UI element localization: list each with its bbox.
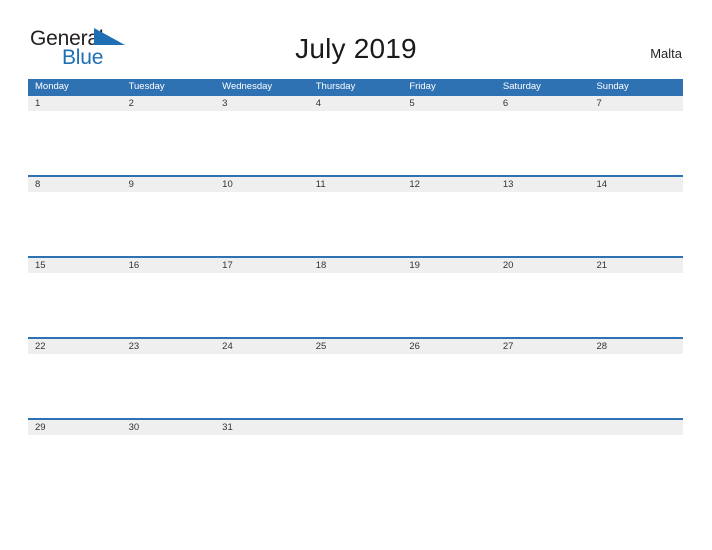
calendar-grid: Monday Tuesday Wednesday Thursday Friday…: [28, 79, 683, 499]
day-cell[interactable]: 6: [496, 96, 590, 111]
country-label: Malta: [650, 46, 682, 61]
day-cell-empty: [589, 420, 683, 435]
week-note-area[interactable]: [28, 354, 683, 418]
day-cell[interactable]: 16: [122, 258, 216, 273]
day-cell[interactable]: 7: [589, 96, 683, 111]
day-cell[interactable]: 14: [589, 177, 683, 192]
day-cell[interactable]: 30: [122, 420, 216, 435]
day-cell[interactable]: 25: [309, 339, 403, 354]
day-cell[interactable]: 12: [402, 177, 496, 192]
day-cell[interactable]: 15: [28, 258, 122, 273]
day-cell[interactable]: 29: [28, 420, 122, 435]
weekday-header-friday: Friday: [409, 81, 436, 92]
page-title: July 2019: [295, 33, 417, 64]
day-cell[interactable]: 2: [122, 96, 216, 111]
day-cell[interactable]: 20: [496, 258, 590, 273]
day-cell[interactable]: 5: [402, 96, 496, 111]
weekday-header-saturday: Saturday: [502, 81, 541, 92]
day-cell[interactable]: 21: [589, 258, 683, 273]
page-header: General Blue July 2019 Malta: [0, 0, 712, 68]
day-cell[interactable]: 9: [122, 177, 216, 192]
day-cell-empty: [496, 420, 590, 435]
day-cell[interactable]: 3: [215, 96, 309, 111]
day-cell[interactable]: 23: [122, 339, 216, 354]
week-note-area[interactable]: [28, 111, 683, 175]
day-cell[interactable]: 1: [28, 96, 122, 111]
day-cell-empty: [402, 420, 496, 435]
day-cell[interactable]: 28: [589, 339, 683, 354]
week-note-area[interactable]: [28, 192, 683, 256]
day-cell-empty: [309, 420, 403, 435]
weekday-header-row: Monday Tuesday Wednesday Thursday Friday…: [28, 79, 683, 94]
calendar-week-row: 1 2 3 4 5 6 7: [28, 94, 683, 175]
calendar-week-row: 22 23 24 25 26 27 28: [28, 337, 683, 418]
day-cell[interactable]: 27: [496, 339, 590, 354]
calendar-week-row: 29 30 31: [28, 418, 683, 499]
day-cell[interactable]: 11: [309, 177, 403, 192]
weekday-header-wednesday: Wednesday: [222, 81, 273, 92]
week-day-number-band: 22 23 24 25 26 27 28: [28, 339, 683, 354]
day-cell[interactable]: 24: [215, 339, 309, 354]
weekday-header-thursday: Thursday: [315, 81, 356, 92]
day-cell[interactable]: 10: [215, 177, 309, 192]
week-day-number-band: 1 2 3 4 5 6 7: [28, 96, 683, 111]
week-day-number-band: 15 16 17 18 19 20 21: [28, 258, 683, 273]
weekday-header-monday: Monday: [35, 81, 69, 92]
calendar-week-row: 15 16 17 18 19 20 21: [28, 256, 683, 337]
day-cell[interactable]: 19: [402, 258, 496, 273]
week-day-number-band: 29 30 31: [28, 420, 683, 435]
day-cell[interactable]: 4: [309, 96, 403, 111]
weekday-header-sunday: Sunday: [596, 81, 629, 92]
calendar-week-row: 8 9 10 11 12 13 14: [28, 175, 683, 256]
day-cell[interactable]: 26: [402, 339, 496, 354]
weekday-header-tuesday: Tuesday: [128, 81, 165, 92]
week-note-area[interactable]: [28, 273, 683, 337]
day-cell[interactable]: 22: [28, 339, 122, 354]
week-note-area[interactable]: [28, 435, 683, 499]
day-cell[interactable]: 13: [496, 177, 590, 192]
week-day-number-band: 8 9 10 11 12 13 14: [28, 177, 683, 192]
day-cell[interactable]: 31: [215, 420, 309, 435]
day-cell[interactable]: 18: [309, 258, 403, 273]
day-cell[interactable]: 8: [28, 177, 122, 192]
day-cell[interactable]: 17: [215, 258, 309, 273]
